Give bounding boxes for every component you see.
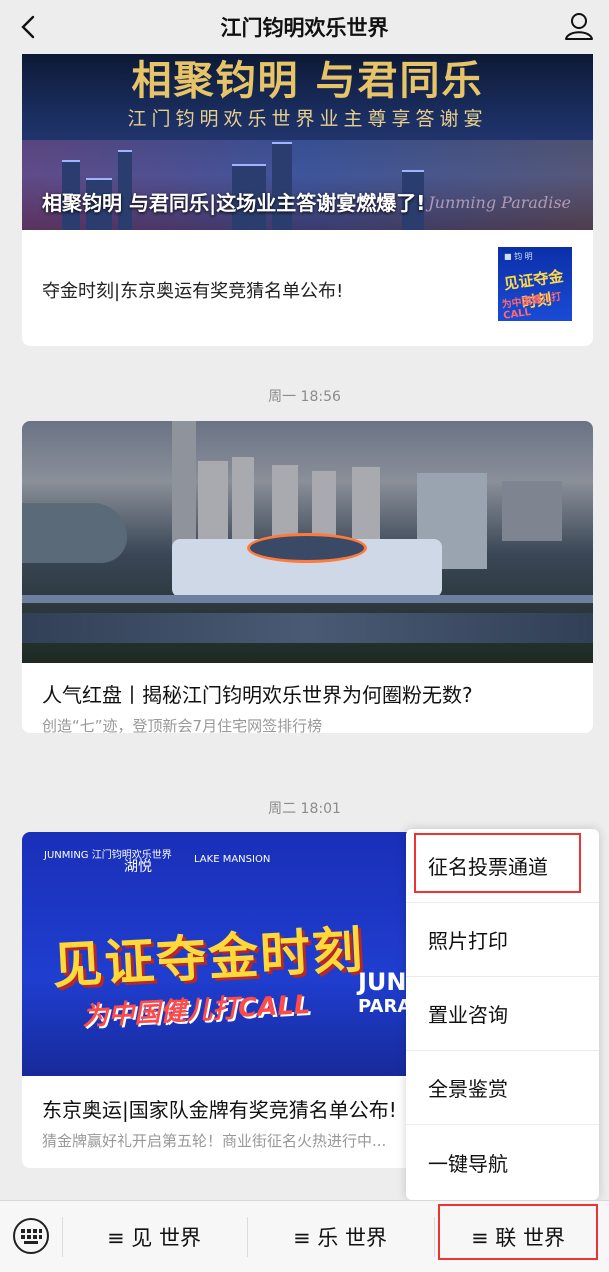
menu-item-photo-print[interactable]: 照片打印: [406, 903, 599, 977]
lake-logo: 湖悦: [124, 859, 152, 875]
article-card[interactable]: 相聚钧明 与君同乐 江门钧明欢乐世界业主尊享答谢宴 相聚钧明 与君同乐|这场业主…: [22, 54, 593, 346]
menu-item-property-consult[interactable]: 置业咨询: [406, 977, 599, 1051]
menu-item-vote[interactable]: 征名投票通道: [406, 829, 599, 903]
banner-heading: 相聚钧明 与君同乐: [131, 57, 484, 104]
user-icon[interactable]: [563, 10, 595, 42]
sub-article-title[interactable]: 夺金时刻|东京奥运有奖竞猜名单公布!: [42, 277, 343, 303]
menu-item-navigation[interactable]: 一键导航: [406, 1125, 599, 1199]
article-description: 猜金牌赢好礼开启第五轮！商业街征名火热进行中...: [42, 1132, 387, 1150]
timestamp: 周一 18:56: [268, 389, 341, 405]
popup-menu: 征名投票通道 照片打印 置业咨询 全景鉴赏 一键导航: [406, 829, 599, 1200]
tab-connect-world[interactable]: ≡ 联 世界: [438, 1201, 598, 1272]
lake-logo-en: LAKE MANSION: [194, 854, 271, 865]
article-banner-image[interactable]: 相聚钧明 与君同乐 江门钧明欢乐世界业主尊享答谢宴 相聚钧明 与君同乐|这场业主…: [22, 54, 593, 230]
page-title: 江门钧明欢乐世界: [220, 16, 389, 40]
bottom-menu-bar: ≡ 见 世界 ≡ 乐 世界 ≡ 联 世界: [0, 1200, 609, 1272]
brand-logo: JUNMING 江门钧明欢乐世界: [44, 850, 172, 861]
article-title[interactable]: 相聚钧明 与君同乐|这场业主答谢宴燃爆了!: [42, 187, 425, 216]
header-bar: 江门钧明欢乐世界: [0, 0, 609, 54]
article-title[interactable]: 人气红盘丨揭秘江门钧明欢乐世界为何圈粉无数?: [42, 679, 473, 708]
banner-heading: 见证夺金时刻: [50, 920, 366, 996]
sub-article-thumbnail[interactable]: ■ 钧 明 见证夺金时刻 为中国健儿打CALL: [498, 247, 572, 321]
article-description: 创造“七”迹，登顶新会7月住宅网签排行榜: [42, 717, 323, 733]
sub-article-row[interactable]: 夺金时刻|东京奥运有奖竞猜名单公布! ■ 钧 明 见证夺金时刻 为中国健儿打CA…: [22, 230, 593, 346]
article-card[interactable]: 人气红盘丨揭秘江门钧明欢乐世界为何圈粉无数? 创造“七”迹，登顶新会7月住宅网签…: [22, 421, 593, 733]
tab-see-world[interactable]: ≡ 见 世界: [62, 1201, 246, 1272]
banner-script-text: Junming Paradise: [428, 193, 571, 212]
banner-subheading: 江门钧明欢乐世界业主尊享答谢宴: [127, 108, 488, 130]
timestamp: 周二 18:01: [268, 801, 341, 817]
tab-joy-world[interactable]: ≡ 乐 世界: [248, 1201, 432, 1272]
thumb-logo: ■ 钧 明: [504, 252, 533, 261]
back-arrow-icon[interactable]: [14, 12, 44, 42]
article-title[interactable]: 东京奥运|国家队金牌有奖竞猜名单公布!: [42, 1094, 397, 1123]
keyboard-icon[interactable]: [12, 1217, 50, 1255]
article-cover-image[interactable]: [22, 421, 593, 663]
menu-item-panorama[interactable]: 全景鉴赏: [406, 1051, 599, 1125]
